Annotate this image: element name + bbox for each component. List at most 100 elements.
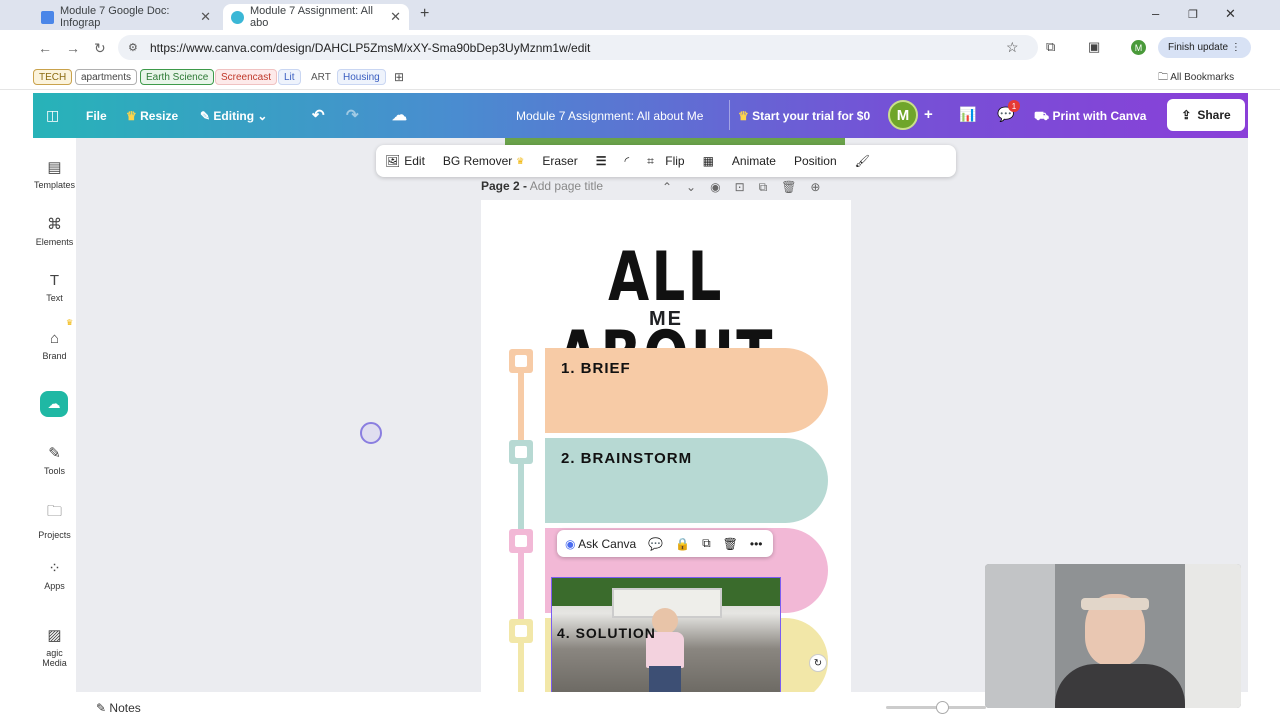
sidebar-item-projects[interactable]: 🗀 Projects <box>33 501 76 540</box>
sidebar-item-templates[interactable]: ▤ Templates <box>33 158 76 190</box>
timeline-node <box>509 440 533 464</box>
transparency-icon[interactable]: ▦ <box>703 154 714 168</box>
animate-button[interactable]: Animate <box>732 154 776 168</box>
sidebar-item-tools[interactable]: ✎ Tools <box>33 444 76 476</box>
step-1-bar[interactable]: 1. BRIEF <box>545 348 828 433</box>
mouse-cursor-highlight <box>360 422 382 444</box>
bookmark-lit[interactable]: Lit <box>278 69 301 85</box>
bookmark-housing[interactable]: Housing <box>337 69 386 85</box>
document-title[interactable]: Module 7 Assignment: All about Me <box>516 109 703 123</box>
crown-icon: ♛ <box>738 109 749 123</box>
sidebar-item-text[interactable]: T Text <box>33 272 76 303</box>
page-actions[interactable]: ⌃⌄◉⊡⧉🗑⊕ <box>662 180 835 195</box>
duplicate-icon[interactable]: ⧉ <box>702 536 711 551</box>
start-trial-button[interactable]: ♛ Start your trial for $0 <box>738 109 870 123</box>
bookmark-apartments[interactable]: apartments <box>75 69 138 85</box>
corner-rounding-icon[interactable]: ◜ <box>624 154 629 168</box>
notification-badge: 1 <box>1008 100 1020 112</box>
redo-icon[interactable]: ↷ <box>346 106 359 124</box>
tab-canva[interactable]: Module 7 Assignment: All abo ✕ <box>223 4 409 30</box>
file-menu[interactable]: File <box>86 109 107 123</box>
page-subheading[interactable]: ME <box>481 308 851 331</box>
truck-icon: ⛟ <box>1034 109 1050 123</box>
bookmark-screencast[interactable]: Screencast <box>215 69 278 85</box>
templates-icon: ▤ <box>47 159 62 176</box>
share-button[interactable]: ⇪ Share <box>1167 99 1245 131</box>
brand-icon: ⌂ <box>49 330 60 347</box>
upload-cloud-icon[interactable]: ☁ <box>40 391 68 417</box>
extensions-icon[interactable]: ⧉ <box>1046 39 1055 55</box>
sidebar-item-magic-media[interactable]: ▨ agic Media <box>33 626 76 668</box>
pencil-icon: ✎ <box>200 109 211 123</box>
more-icon[interactable]: ••• <box>750 537 763 551</box>
eraser-button[interactable]: Eraser <box>542 154 577 168</box>
delete-icon[interactable]: 🗑 <box>723 537 738 551</box>
close-window-icon[interactable]: ✕ <box>1225 6 1236 22</box>
design-page[interactable]: ALL ABOUT ME 1. BRIEF 2. BRAINSTORM 4. S… <box>481 200 851 692</box>
divider <box>729 100 730 130</box>
finish-update-button[interactable]: Finish update ⋮ <box>1158 37 1251 58</box>
bookmark-earth-science[interactable]: Earth Science <box>140 69 215 85</box>
notes-icon: ✎ <box>96 701 107 715</box>
analytics-icon[interactable]: 📊 <box>959 106 976 123</box>
forward-icon[interactable]: → <box>66 40 80 56</box>
undo-icon[interactable]: ↶ <box>312 106 325 124</box>
lock-icon[interactable]: 🔒 <box>675 537 690 551</box>
photo-child-jeans <box>649 666 681 692</box>
close-tab-icon[interactable]: ✕ <box>200 9 211 25</box>
minimize-icon[interactable]: – <box>1152 6 1159 21</box>
add-collaborator-icon[interactable]: + <box>924 106 933 123</box>
bookmark-star-icon[interactable]: ☆ <box>1006 39 1019 56</box>
close-tab-icon[interactable]: ✕ <box>390 9 401 25</box>
timeline-node <box>509 529 533 553</box>
zoom-slider-handle[interactable] <box>936 701 949 714</box>
profile-avatar[interactable]: M <box>1131 40 1146 55</box>
tab-google-doc[interactable]: Module 7 Google Doc: Infograp ✕ <box>33 4 219 30</box>
restore-icon[interactable]: ❐ <box>1188 8 1198 21</box>
reload-icon[interactable]: ↻ <box>94 40 106 57</box>
edit-image-icon: 🖼 <box>385 154 401 168</box>
resize-button[interactable]: ♛ Resize <box>126 109 178 123</box>
all-bookmarks-link[interactable]: 🗀 All Bookmarks <box>1158 70 1234 87</box>
url-input[interactable]: https://www.canva.com/design/DAHCLP5ZmsM… <box>118 35 1038 60</box>
bg-remover-button[interactable]: BG Remover ♛ <box>443 154 524 168</box>
sidebar-item-brand[interactable]: ⌂ Brand <box>33 330 76 361</box>
edit-button[interactable]: 🖼 Edit <box>385 154 425 168</box>
page-title-input[interactable]: Add page title <box>530 179 603 193</box>
border-style-icon[interactable]: ☰ <box>596 154 607 168</box>
crown-icon: ♛ <box>126 109 137 123</box>
timeline-node <box>509 619 533 643</box>
google-docs-icon <box>41 10 54 24</box>
notes-button[interactable]: ✎ Notes <box>96 701 141 715</box>
comment-icon[interactable]: 💬 <box>648 537 663 551</box>
projects-icon: 🗀 <box>46 503 62 520</box>
cast-icon[interactable]: ▣ <box>1088 39 1100 55</box>
back-icon[interactable]: ← <box>38 40 52 56</box>
text-icon: T <box>49 272 60 289</box>
share-icon: ⇪ <box>1181 108 1192 122</box>
print-with-canva-button[interactable]: ⛟ Print with Canva <box>1034 109 1146 125</box>
apps-grid-icon[interactable]: ⊞ <box>394 70 404 84</box>
flip-button[interactable]: ⌗ Flip <box>647 154 684 169</box>
rotate-handle-icon[interactable]: ↻ <box>809 654 827 672</box>
position-button[interactable]: Position <box>794 154 837 168</box>
new-tab-icon[interactable]: + <box>420 5 429 23</box>
paint-format-icon[interactable]: 🖌 <box>855 154 870 168</box>
cloud-saved-icon[interactable]: ☁ <box>392 106 407 124</box>
ask-canva-button[interactable]: ◉ Ask Canva <box>565 537 636 551</box>
magic-media-icon: ▨ <box>47 627 62 644</box>
sidebar-toggle-icon[interactable]: ◫ <box>46 107 59 124</box>
sidebar-item-elements[interactable]: ⌘ Elements <box>33 215 76 247</box>
element-context-menu: ◉ Ask Canva 💬 🔒 ⧉ 🗑 ••• <box>557 530 773 557</box>
bookmark-tech[interactable]: TECH <box>33 69 73 85</box>
bookmark-art[interactable]: ART <box>305 69 337 85</box>
step-4-label: 4. SOLUTION <box>557 625 656 641</box>
site-info-icon[interactable]: ⚙ <box>128 41 138 54</box>
webcam-door <box>1185 564 1241 708</box>
elements-icon: ⌘ <box>47 216 62 233</box>
step-2-bar[interactable]: 2. BRAINSTORM <box>545 438 828 523</box>
sidebar-item-apps[interactable]: ⁘ Apps <box>33 559 76 591</box>
user-avatar[interactable]: M <box>888 100 918 130</box>
editing-mode-dropdown[interactable]: ✎ Editing ⌄ <box>200 109 267 123</box>
crown-icon: ♛ <box>516 155 525 166</box>
